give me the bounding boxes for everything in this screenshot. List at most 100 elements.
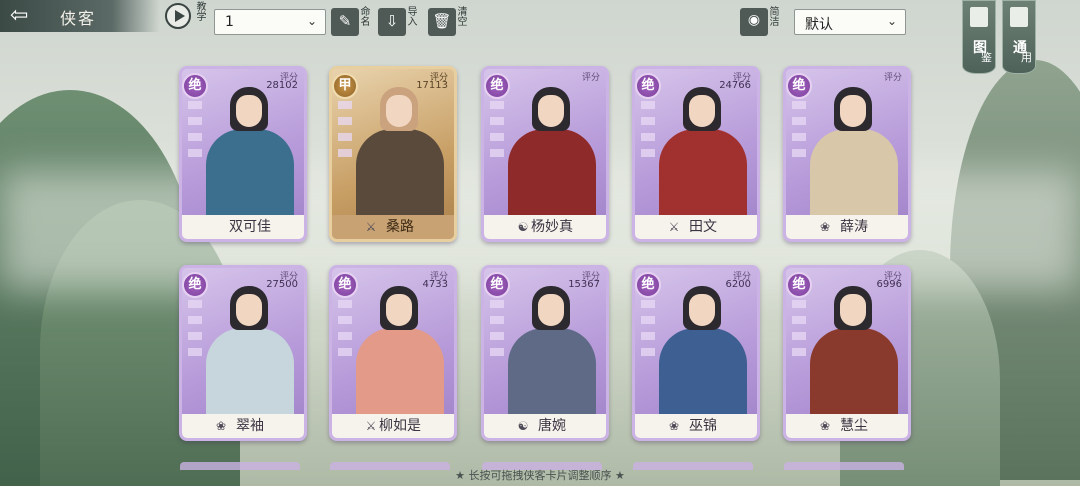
- rank-ribbon: [641, 101, 655, 161]
- rank-badge: 绝: [182, 73, 208, 99]
- simple-view-toggle[interactable]: ◉: [740, 8, 768, 36]
- import-button[interactable]: ⇩: [378, 8, 406, 36]
- portrait-face: [840, 95, 866, 127]
- brush-icon: ✎: [338, 12, 352, 30]
- teach-label: 教学: [196, 2, 207, 23]
- character-portrait: [346, 276, 452, 420]
- drag-hint: ★ 长按可拖拽侠客卡片调整顺序 ★: [455, 469, 625, 482]
- rank-ribbon: [490, 101, 504, 161]
- team-select-value: 1: [225, 14, 234, 30]
- simple-label: 简洁: [769, 7, 780, 28]
- portrait-face: [236, 95, 262, 127]
- chevron-down-icon: ⌄: [306, 14, 317, 28]
- clear-label: 清空: [457, 7, 468, 28]
- character-name-text: 巫锦: [689, 418, 717, 434]
- character-portrait: [649, 77, 755, 221]
- hint-bar: ★ 长按可拖拽侠客卡片调整顺序 ★: [0, 464, 1080, 486]
- portrait-robe: [659, 328, 747, 420]
- character-card[interactable]: 绝评分 15367 ☯ 唐婉: [481, 265, 609, 441]
- rank-ribbon: [792, 101, 806, 161]
- rank-badge: 绝: [484, 272, 510, 298]
- rank-badge: 甲: [332, 73, 358, 99]
- character-card[interactable]: 绝评分 27500 ❀ 翠袖: [179, 265, 307, 441]
- portrait-face: [236, 294, 262, 326]
- character-name-text: 田文: [689, 219, 717, 235]
- rank-ribbon: [792, 300, 806, 360]
- portrait-face: [689, 95, 715, 127]
- tab-general[interactable]: 通 用: [1002, 0, 1036, 74]
- score-value: 15367: [568, 279, 600, 290]
- sort-select[interactable]: 默认 ⌄: [794, 9, 906, 35]
- rank-badge: 绝: [332, 272, 358, 298]
- portrait-robe: [810, 129, 898, 221]
- character-card[interactable]: 甲评分 17113 ⚔ 桑路: [329, 66, 457, 242]
- character-portrait: [800, 276, 906, 420]
- book-icon: [970, 7, 988, 27]
- character-portrait: [346, 77, 452, 221]
- character-name-text: 翠袖: [236, 418, 264, 434]
- character-portrait: [498, 77, 604, 221]
- character-name-text: 桑路: [386, 219, 414, 235]
- clear-button[interactable]: 🗑: [428, 8, 456, 36]
- character-name: 柳如是: [332, 415, 454, 435]
- sort-select-value: 默认: [805, 17, 833, 33]
- score-value: 28102: [266, 80, 298, 91]
- rename-button[interactable]: ✎: [331, 8, 359, 36]
- character-name-text: 薛涛: [840, 219, 868, 235]
- score-value: 17113: [416, 80, 448, 91]
- top-bar: ⇦ 侠客 教学 1 ⌄ ✎ 命名 ⇩ 导入 🗑 清空 ◉ 简洁 默认 ⌄ 图 鉴…: [0, 0, 1080, 74]
- character-name: 田文: [635, 216, 757, 236]
- chevron-down-icon: ⌄: [886, 14, 897, 28]
- character-card[interactable]: 绝评分 24766 ⚔ 田文: [632, 66, 760, 242]
- portrait-robe: [659, 129, 747, 221]
- rank-badge: 绝: [786, 272, 812, 298]
- character-name: 薛涛: [786, 216, 908, 236]
- eye-icon: ◉: [747, 12, 761, 28]
- character-card[interactable]: 绝评分 ☯ 杨妙真: [481, 66, 609, 242]
- rank-ribbon: [338, 101, 352, 161]
- character-name-text: 唐婉: [538, 418, 566, 434]
- portrait-robe: [508, 129, 596, 221]
- character-portrait: [196, 276, 302, 420]
- character-name-text: 柳如是: [379, 418, 421, 434]
- page-title: 侠客: [60, 9, 97, 28]
- trash-icon: 🗑: [432, 12, 452, 30]
- score-label: 评分: [581, 73, 600, 83]
- character-card[interactable]: 绝评分 ❀ 薛涛: [783, 66, 911, 242]
- character-card[interactable]: 绝评分 4733 ⚔ 柳如是: [329, 265, 457, 441]
- import-icon: ⇩: [385, 12, 399, 30]
- rank-badge: 绝: [484, 73, 510, 99]
- portrait-face: [386, 95, 412, 127]
- tab-codex[interactable]: 图 鉴: [962, 0, 996, 74]
- character-portrait: [800, 77, 906, 221]
- tab-general-sublabel: 用: [1021, 51, 1032, 64]
- portrait-face: [538, 294, 564, 326]
- rank-badge: 绝: [635, 73, 661, 99]
- character-name-text: 双可佳: [229, 219, 271, 235]
- character-card[interactable]: 绝评分 6200 ❀ 巫锦: [632, 265, 760, 441]
- character-card[interactable]: 绝评分 28102 双可佳: [179, 66, 307, 242]
- score-value: 27500: [266, 279, 298, 290]
- portrait-face: [689, 294, 715, 326]
- score-value: 4733: [422, 279, 448, 290]
- portrait-robe: [356, 129, 444, 221]
- character-name: 杨妙真: [484, 216, 606, 236]
- tutorial-play-button[interactable]: [165, 3, 191, 29]
- character-name: 桑路: [332, 216, 454, 236]
- rank-ribbon: [188, 300, 202, 360]
- character-card[interactable]: 绝评分 6996 ❀ 慧尘: [783, 265, 911, 441]
- character-name: 巫锦: [635, 415, 757, 435]
- back-button[interactable]: ⇦ 侠客: [0, 0, 160, 32]
- rank-ribbon: [338, 300, 352, 360]
- score-value: 24766: [719, 80, 751, 91]
- team-select[interactable]: 1 ⌄: [214, 9, 326, 35]
- character-name: 慧尘: [786, 415, 908, 435]
- rank-badge: 绝: [786, 73, 812, 99]
- portrait-face: [386, 294, 412, 326]
- import-label: 导入: [407, 7, 418, 28]
- rank-badge: 绝: [182, 272, 208, 298]
- character-portrait: [649, 276, 755, 420]
- character-name: 双可佳: [182, 216, 304, 236]
- character-name: 唐婉: [484, 415, 606, 435]
- portrait-face: [840, 294, 866, 326]
